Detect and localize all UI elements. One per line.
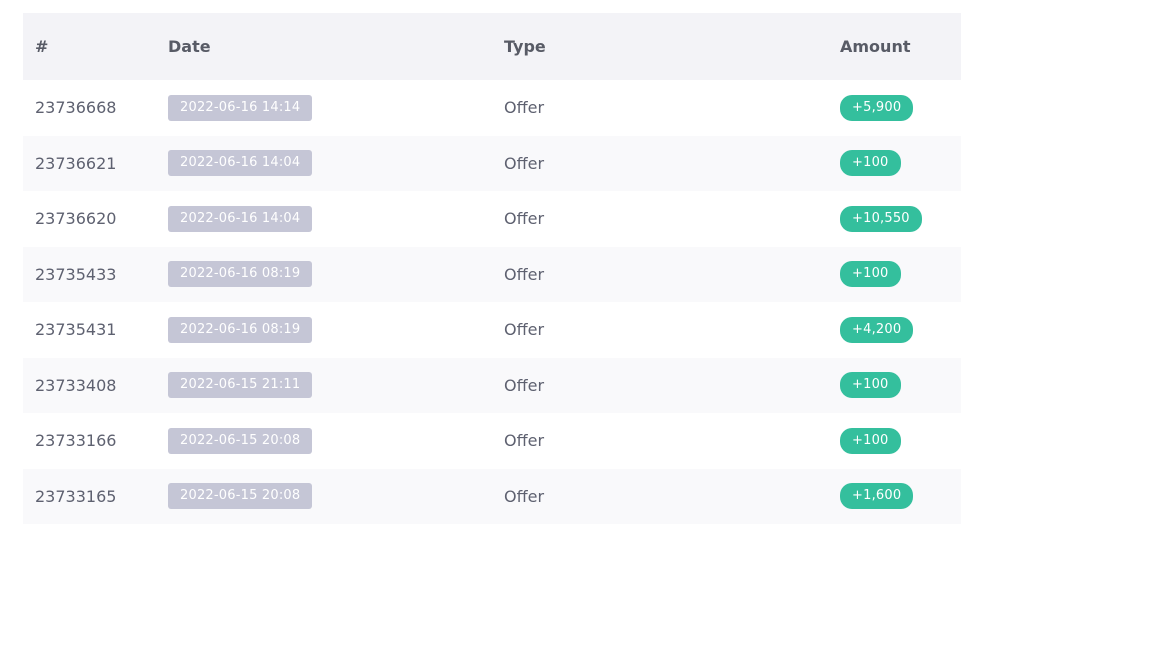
- table-header: # Date Type Amount: [23, 13, 961, 80]
- transaction-type: Offer: [504, 209, 545, 229]
- transaction-date-cell: 2022-06-16 14:04: [156, 136, 492, 192]
- transaction-type: Offer: [504, 98, 545, 118]
- table-row: 23733165 2022-06-15 20:08 Offer +1,600: [23, 468, 961, 525]
- amount-badge: +100: [840, 261, 901, 288]
- transactions-table: # Date Type Amount 23736668 2022-06-16 1…: [23, 13, 961, 524]
- transaction-date-cell: 2022-06-16 14:04: [156, 191, 492, 247]
- transaction-id: 23736620: [35, 209, 117, 229]
- date-badge: 2022-06-15 20:08: [168, 427, 313, 454]
- table-row: 23736620 2022-06-16 14:04 Offer +10,550: [23, 191, 961, 247]
- transaction-id: 23735431: [35, 320, 117, 340]
- transaction-date-cell: 2022-06-16 08:19: [156, 247, 492, 303]
- table-row: 23736668 2022-06-16 14:14 Offer +5,900: [23, 80, 961, 136]
- transaction-date-cell: 2022-06-15 20:08: [156, 413, 492, 469]
- transaction-id: 23736621: [35, 153, 117, 173]
- transactions-table-container: # Date Type Amount 23736668 2022-06-16 1…: [23, 13, 961, 524]
- transaction-amount-cell: +10,550: [828, 191, 961, 247]
- amount-badge: +10,550: [840, 205, 922, 232]
- date-badge: 2022-06-16 14:04: [168, 205, 313, 232]
- table-row: 23735431 2022-06-16 08:19 Offer +4,200: [23, 302, 961, 358]
- date-badge: 2022-06-15 21:11: [168, 372, 313, 399]
- table-header-row: # Date Type Amount: [23, 13, 961, 80]
- transaction-amount-cell: +100: [828, 413, 961, 469]
- amount-badge: +100: [840, 372, 901, 399]
- transaction-date-cell: 2022-06-15 21:11: [156, 358, 492, 414]
- transaction-type: Offer: [504, 486, 545, 506]
- column-header-amount: Amount: [840, 37, 911, 56]
- amount-badge: +4,200: [840, 316, 914, 343]
- date-badge: 2022-06-15 20:08: [168, 483, 313, 510]
- transaction-amount-cell: +100: [828, 358, 961, 414]
- transaction-id: 23733165: [35, 486, 117, 506]
- amount-badge: +5,900: [840, 94, 914, 121]
- transaction-amount-cell: +100: [828, 247, 961, 303]
- transaction-id: 23735433: [35, 264, 117, 284]
- table-row: 23736621 2022-06-16 14:04 Offer +100: [23, 135, 961, 192]
- column-header-type: Type: [504, 37, 546, 56]
- date-badge: 2022-06-16 08:19: [168, 261, 313, 288]
- transaction-date-cell: 2022-06-16 14:14: [156, 80, 492, 136]
- date-badge: 2022-06-16 14:04: [168, 150, 313, 177]
- column-header-date: Date: [168, 37, 211, 56]
- transaction-id: 23733166: [35, 431, 117, 451]
- transaction-type: Offer: [504, 431, 545, 451]
- column-header-id: #: [35, 37, 49, 56]
- transaction-date-cell: 2022-06-16 08:19: [156, 302, 492, 358]
- transaction-amount-cell: +4,200: [828, 302, 961, 358]
- date-badge: 2022-06-16 14:14: [168, 94, 313, 121]
- table-row: 23733408 2022-06-15 21:11 Offer +100: [23, 357, 961, 414]
- transaction-id: 23736668: [35, 98, 117, 118]
- transaction-amount-cell: +100: [828, 136, 961, 192]
- transaction-type: Offer: [504, 320, 545, 340]
- table-body: 23736668 2022-06-16 14:14 Offer +5,900 2…: [23, 80, 961, 524]
- date-badge: 2022-06-16 08:19: [168, 316, 313, 343]
- table-row: 23735433 2022-06-16 08:19 Offer +100: [23, 246, 961, 303]
- amount-badge: +1,600: [840, 483, 914, 510]
- transaction-type: Offer: [504, 153, 545, 173]
- amount-badge: +100: [840, 150, 901, 177]
- transaction-amount-cell: +1,600: [828, 469, 961, 525]
- transaction-id: 23733408: [35, 375, 117, 395]
- transaction-amount-cell: +5,900: [828, 80, 961, 136]
- transaction-type: Offer: [504, 375, 545, 395]
- transaction-date-cell: 2022-06-15 20:08: [156, 469, 492, 525]
- amount-badge: +100: [840, 427, 901, 454]
- table-row: 23733166 2022-06-15 20:08 Offer +100: [23, 413, 961, 469]
- transaction-type: Offer: [504, 264, 545, 284]
